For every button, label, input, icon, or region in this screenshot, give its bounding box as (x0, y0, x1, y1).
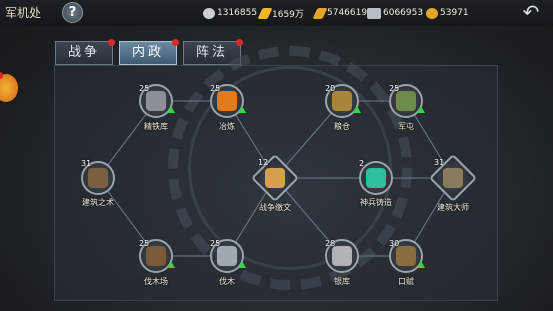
node-label: 战争缴文 (259, 203, 291, 212)
node-label: 军屯 (398, 122, 414, 131)
barracks-icon (396, 91, 416, 111)
upgrade-arrow-icon (167, 106, 175, 113)
building-icon (443, 168, 463, 188)
silver-vault-icon (332, 246, 352, 266)
node-level: 25 (139, 84, 150, 93)
upgrade-arrow-icon (353, 106, 361, 113)
upgrade-arrow-icon (417, 106, 425, 113)
tax-icon (396, 246, 416, 266)
node-level: 2 (359, 159, 365, 168)
node-level: 28 (325, 239, 336, 248)
axe-icon (217, 246, 237, 266)
node-level: 25 (210, 84, 221, 93)
node-label: 精铁库 (144, 122, 168, 131)
scroll-icon (265, 168, 285, 188)
upgrade-arrow-icon (417, 261, 425, 268)
node-label: 建筑大师 (437, 203, 469, 212)
node-label: 口赋 (398, 277, 414, 286)
node-label: 伐木场 (144, 277, 168, 286)
node-level: 31 (81, 159, 92, 168)
node-label: 粮仓 (334, 122, 350, 131)
node-level: 20 (325, 84, 336, 93)
crystal-icon (366, 168, 386, 188)
node-level: 31 (434, 158, 445, 167)
furnace-icon (217, 91, 237, 111)
upgrade-arrow-icon (238, 106, 246, 113)
node-label: 银库 (334, 277, 350, 286)
lumber-mill-icon (146, 246, 166, 266)
upgrade-arrow-icon (238, 261, 246, 268)
node-label: 伐木 (219, 277, 235, 286)
node-level: 25 (389, 84, 400, 93)
node-level: 25 (210, 239, 221, 248)
node-level: 12 (258, 158, 269, 167)
upgrade-arrow-icon (167, 261, 175, 268)
node-level: 30 (389, 239, 400, 248)
node-label: 神兵铸造 (360, 198, 392, 207)
node-level: 25 (139, 239, 150, 248)
building-icon (88, 168, 108, 188)
granary-icon (332, 91, 352, 111)
node-label: 冶炼 (219, 122, 235, 131)
node-label: 建筑之术 (82, 198, 114, 207)
building-icon (146, 91, 166, 111)
